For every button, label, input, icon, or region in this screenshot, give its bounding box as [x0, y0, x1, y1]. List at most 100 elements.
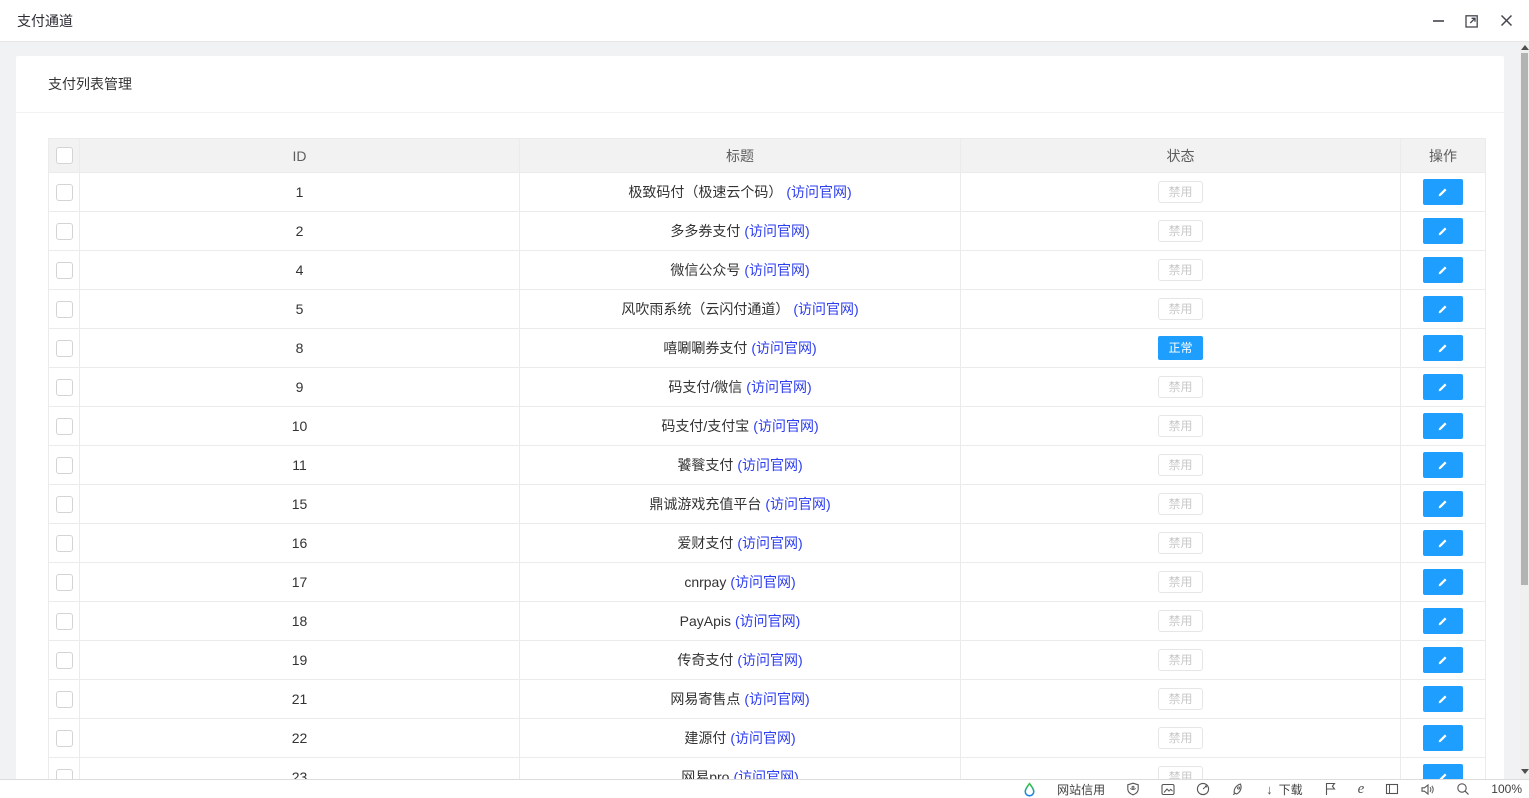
vertical-scrollbar[interactable] — [1520, 42, 1529, 779]
minimize-icon — [1431, 13, 1446, 28]
boost-button[interactable] — [1231, 782, 1245, 796]
row-checkbox[interactable] — [56, 496, 73, 513]
speed-button[interactable] — [1196, 782, 1210, 796]
scroll-down-arrow-icon[interactable] — [1521, 769, 1529, 774]
row-checkbox[interactable] — [56, 574, 73, 591]
scroll-up-arrow-icon[interactable] — [1521, 45, 1529, 50]
edit-button[interactable] — [1423, 608, 1463, 634]
scrollbar-thumb[interactable] — [1521, 53, 1528, 585]
row-checkbox[interactable] — [56, 613, 73, 630]
status-badge[interactable]: 禁用 — [1158, 688, 1202, 710]
maximize-button[interactable] — [1459, 8, 1485, 34]
report-button[interactable] — [1324, 782, 1337, 796]
edit-button[interactable] — [1423, 413, 1463, 439]
row-checkbox[interactable] — [56, 535, 73, 552]
close-button[interactable] — [1493, 8, 1519, 34]
status-badge[interactable]: 禁用 — [1158, 532, 1202, 554]
table-row: 1 极致码付（极速云个码）(访问官网) 禁用 — [49, 173, 1486, 212]
status-badge[interactable]: 禁用 — [1158, 649, 1202, 671]
visit-site-link[interactable]: (访问官网) — [746, 379, 811, 395]
visit-site-link[interactable]: (访问官网) — [744, 223, 809, 239]
row-checkbox[interactable] — [56, 379, 73, 396]
zoom-search-button[interactable] — [1456, 782, 1470, 796]
visit-site-link[interactable]: (访问官网) — [737, 457, 802, 473]
visit-site-link[interactable]: (访问官网) — [765, 496, 830, 512]
row-checkbox[interactable] — [56, 652, 73, 669]
edit-button[interactable] — [1423, 452, 1463, 478]
row-checkbox[interactable] — [56, 301, 73, 318]
row-id: 18 — [80, 602, 520, 641]
visit-site-link[interactable]: (访问官网) — [793, 301, 858, 317]
status-badge[interactable]: 禁用 — [1158, 259, 1202, 281]
status-badge[interactable]: 禁用 — [1158, 181, 1202, 203]
status-badge[interactable]: 禁用 — [1158, 766, 1202, 779]
site-credit-drop[interactable] — [1023, 782, 1036, 797]
minimize-button[interactable] — [1425, 8, 1451, 34]
visit-site-link[interactable]: (访问官网) — [735, 613, 800, 629]
row-title-cell: 码支付/支付宝(访问官网) — [520, 407, 961, 446]
select-all-checkbox[interactable] — [56, 147, 73, 164]
edit-button[interactable] — [1423, 218, 1463, 244]
visit-site-link[interactable]: (访问官网) — [744, 691, 809, 707]
row-status-cell: 禁用 — [961, 485, 1401, 524]
shield-button[interactable] — [1126, 782, 1140, 796]
status-badge[interactable]: 禁用 — [1158, 571, 1202, 593]
status-badge[interactable]: 禁用 — [1158, 454, 1202, 476]
row-checkbox[interactable] — [56, 691, 73, 708]
row-checkbox[interactable] — [56, 769, 73, 779]
visit-site-link[interactable]: (访问官网) — [737, 652, 802, 668]
status-badge[interactable]: 禁用 — [1158, 610, 1202, 632]
status-badge[interactable]: 禁用 — [1158, 220, 1202, 242]
header-status: 状态 — [961, 139, 1401, 173]
visit-site-link[interactable]: (访问官网) — [786, 184, 851, 200]
row-checkbox[interactable] — [56, 223, 73, 240]
row-action-cell — [1401, 758, 1486, 780]
edit-button[interactable] — [1423, 764, 1463, 779]
site-credit-label[interactable]: 网站信用 — [1057, 781, 1105, 798]
edit-button[interactable] — [1423, 530, 1463, 556]
download-label[interactable]: 下载 — [1279, 781, 1303, 798]
edit-button[interactable] — [1423, 179, 1463, 205]
row-checkbox[interactable] — [56, 184, 73, 201]
visit-site-link[interactable]: (访问官网) — [753, 418, 818, 434]
edit-button[interactable] — [1423, 647, 1463, 673]
status-badge[interactable]: 禁用 — [1158, 376, 1202, 398]
status-badge[interactable]: 禁用 — [1158, 298, 1202, 320]
row-checkbox[interactable] — [56, 730, 73, 747]
edit-button[interactable] — [1423, 374, 1463, 400]
edit-button[interactable] — [1423, 491, 1463, 517]
media-button[interactable] — [1161, 783, 1175, 796]
sound-button[interactable] — [1420, 783, 1435, 796]
status-badge[interactable]: 禁用 — [1158, 415, 1202, 437]
row-checkbox[interactable] — [56, 457, 73, 474]
row-checkbox[interactable] — [56, 262, 73, 279]
ie-icon[interactable]: e — [1358, 783, 1365, 796]
edit-button[interactable] — [1423, 257, 1463, 283]
visit-site-link[interactable]: (访问官网) — [751, 340, 816, 356]
layout-button[interactable] — [1385, 783, 1399, 795]
zoom-level[interactable]: 100% — [1491, 782, 1522, 796]
row-checkbox-cell — [49, 251, 80, 290]
row-id: 16 — [80, 524, 520, 563]
edit-button[interactable] — [1423, 725, 1463, 751]
visit-site-link[interactable]: (访问官网) — [744, 262, 809, 278]
visit-site-link[interactable]: (访问官网) — [730, 574, 795, 590]
table-row: 5 风吹雨系统（云闪付通道）(访问官网) 禁用 — [49, 290, 1486, 329]
row-status-cell: 禁用 — [961, 251, 1401, 290]
row-status-cell: 禁用 — [961, 680, 1401, 719]
download-arrow-icon[interactable]: ↓ — [1266, 783, 1273, 796]
status-badge[interactable]: 禁用 — [1158, 493, 1202, 515]
visit-site-link[interactable]: (访问官网) — [733, 769, 798, 779]
edit-button[interactable] — [1423, 335, 1463, 361]
visit-site-link[interactable]: (访问官网) — [730, 730, 795, 746]
row-checkbox[interactable] — [56, 418, 73, 435]
visit-site-link[interactable]: (访问官网) — [737, 535, 802, 551]
row-status-cell: 禁用 — [961, 446, 1401, 485]
edit-button[interactable] — [1423, 686, 1463, 712]
status-badge[interactable]: 正常 — [1158, 336, 1202, 360]
edit-button[interactable] — [1423, 569, 1463, 595]
row-checkbox[interactable] — [56, 340, 73, 357]
status-badge[interactable]: 禁用 — [1158, 727, 1202, 749]
row-title: 微信公众号 — [670, 262, 740, 278]
edit-button[interactable] — [1423, 296, 1463, 322]
